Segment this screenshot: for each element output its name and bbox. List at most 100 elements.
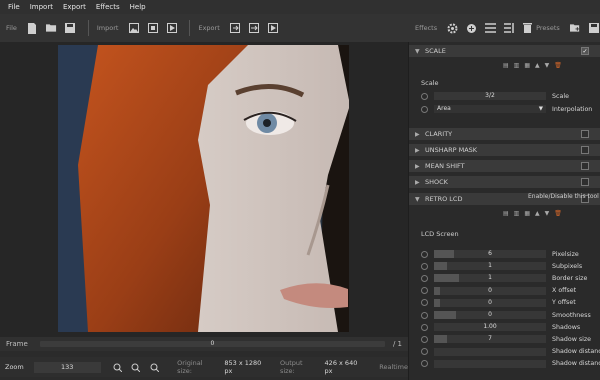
clarity-section-header[interactable]: ▶ CLARITY [409,128,600,141]
menu-bar: File Import Export Effects Help [0,0,600,14]
zoom-input[interactable]: 133 [33,361,101,373]
param-value: 6 [488,250,492,257]
menu-file[interactable]: File [8,3,20,11]
zoom-in-icon[interactable] [113,362,123,373]
reset-param-icon[interactable] [421,274,428,282]
effects-list-icon[interactable] [485,23,497,34]
param-label: Y offset [552,299,576,307]
mean-shift-enable-checkbox[interactable] [581,162,589,170]
param-slider[interactable]: 7 [434,335,546,344]
status-bar: Zoom 133 Original size: 853 x 1280 px Ou… [0,357,408,377]
param-slider[interactable] [434,347,546,356]
move-up-icon[interactable]: ▲ [535,62,540,69]
scale-tool-icons: ▤ ▥ ▦ ▲ ▼ 🗑 [503,62,562,69]
realtime-label: Realtime [379,363,408,371]
reset-param-icon[interactable] [421,360,428,368]
original-size-label: Original size: [177,359,203,375]
reset-icon[interactable]: ▦ [524,210,530,217]
import-sequence-icon[interactable] [147,23,158,34]
frame-value: 0 [210,340,215,347]
zoom-fit-icon[interactable] [131,362,141,373]
add-preset-icon[interactable] [569,23,581,34]
reset-param-icon[interactable] [421,348,428,356]
param-slider[interactable]: 1.00 [434,323,546,332]
reorder-effects-icon[interactable] [504,23,515,34]
import-image-icon[interactable] [128,23,139,34]
mean-shift-section-header[interactable]: ▶ MEAN SHIFT [409,160,600,173]
param-slider[interactable]: 1 [434,262,546,271]
zoom-label: Zoom [5,363,24,371]
gear-icon[interactable] [447,23,458,34]
new-file-icon[interactable] [27,22,38,34]
scale-param-row: 3/2 Scale [421,91,600,101]
lcd-param-row: 1.00 Shadows [421,322,600,332]
toolbar-divider [87,20,89,36]
file-group-label: File [6,24,17,32]
zoom-out-icon[interactable] [149,362,159,373]
scale-param-label: Scale [552,92,569,100]
save-icon[interactable] [65,23,76,34]
param-slider[interactable]: 1 [434,274,546,283]
param-slider[interactable] [434,359,546,368]
menu-export[interactable]: Export [63,3,86,11]
import-video-icon[interactable] [166,23,177,34]
delete-icon[interactable]: 🗑 [554,62,562,69]
move-down-icon[interactable]: ▼ [545,62,550,69]
reset-icon[interactable]: ▦ [524,62,530,69]
menu-help[interactable]: Help [130,3,146,11]
frame-slider[interactable]: 0 [39,340,385,347]
move-down-icon[interactable]: ▼ [545,210,550,217]
interpolation-select[interactable]: Area ▼ [434,105,546,113]
param-label: Smoothness [552,311,591,319]
param-label: Border size [552,274,588,282]
collapsed-arrow-icon: ▶ [415,130,420,138]
reset-scale-icon[interactable] [421,92,428,100]
reset-param-icon[interactable] [421,262,428,270]
param-slider[interactable]: 0 [434,286,546,295]
delete-icon[interactable]: 🗑 [554,210,562,217]
save-preset-icon[interactable] [588,23,599,34]
import-group-label: Import [96,24,119,32]
reset-param-icon[interactable] [421,335,428,343]
shock-enable-checkbox[interactable] [581,178,589,186]
unsharp-enable-checkbox[interactable] [581,146,589,154]
scale-section-header[interactable]: ▼ SCALE ✓ [409,45,600,58]
copy-icon[interactable]: ▤ [503,62,509,69]
paste-icon[interactable]: ▥ [514,62,520,69]
reset-param-icon[interactable] [421,299,428,307]
param-label: Pixelsize [552,250,579,258]
scale-enable-checkbox[interactable]: ✓ [581,47,589,55]
section-title: SHOCK [425,178,448,186]
copy-icon[interactable]: ▤ [503,210,509,217]
param-slider[interactable]: 0 [434,298,546,307]
export-video-icon[interactable] [268,23,279,34]
menu-effects[interactable]: Effects [96,3,120,11]
collapsed-arrow-icon: ▶ [415,162,420,170]
move-up-icon[interactable]: ▲ [535,210,540,217]
reset-param-icon[interactable] [421,250,428,258]
menu-import[interactable]: Import [30,3,53,11]
image-viewport[interactable] [0,42,408,337]
unsharp-mask-section-header[interactable]: ▶ UNSHARP MASK [409,144,600,157]
effects-panel: ▼ SCALE ✓ ▤ ▥ ▦ ▲ ▼ 🗑 Scale 3/2 Scale Ar… [408,42,600,380]
collapsed-arrow-icon: ▶ [415,178,420,186]
param-value: 1 [488,262,492,270]
reset-interpolation-icon[interactable] [421,105,428,113]
param-value: 1 [488,274,492,282]
reset-param-icon[interactable] [421,287,428,295]
reset-param-icon[interactable] [421,323,428,331]
export-sequence-icon[interactable] [249,23,260,34]
scale-slider[interactable]: 3/2 [434,92,546,100]
add-effect-icon[interactable] [466,23,477,34]
shock-section-header[interactable]: ▶ SHOCK [409,176,600,189]
paste-icon[interactable]: ▥ [514,210,520,217]
param-slider[interactable]: 6 [434,250,546,258]
param-label: Shadows [552,323,581,331]
reset-param-icon[interactable] [421,311,428,319]
param-slider[interactable]: 0 [434,311,546,319]
clarity-enable-checkbox[interactable] [581,130,589,138]
delete-effects-icon[interactable] [523,23,533,34]
open-folder-icon[interactable] [45,23,57,34]
export-image-icon[interactable] [230,23,241,34]
dropdown-arrow-icon: ▼ [538,106,543,112]
